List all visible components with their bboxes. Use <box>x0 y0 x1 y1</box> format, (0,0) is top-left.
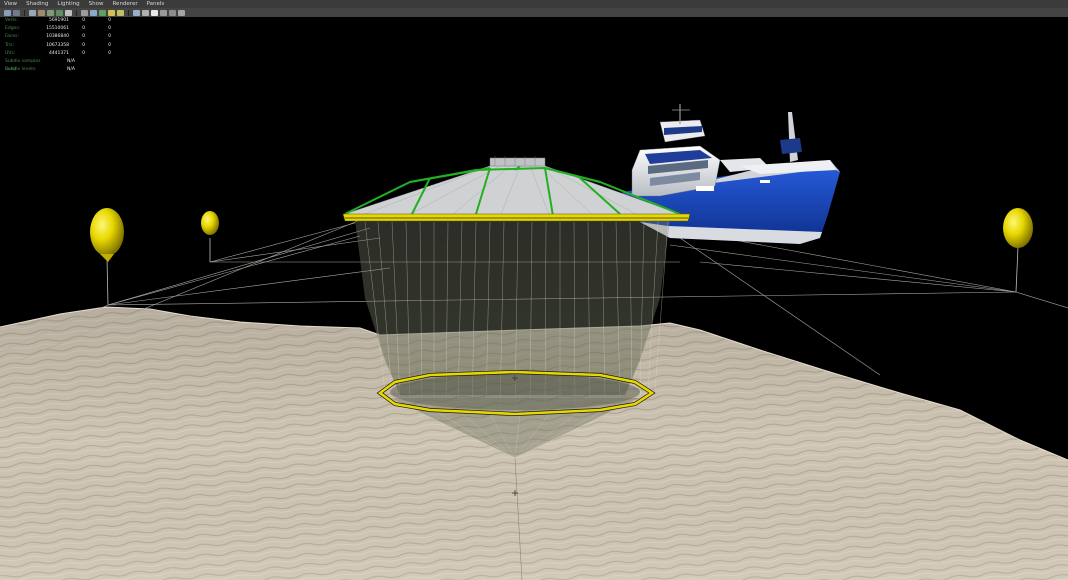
hud-value: 0 <box>108 18 111 23</box>
buoy-left <box>90 208 124 306</box>
hud-value: 0 <box>82 34 85 40</box>
isolate-icon[interactable] <box>142 9 149 16</box>
hud-value: 0 <box>108 26 111 32</box>
hud-value: 0 <box>108 50 111 56</box>
safe-action-icon[interactable] <box>65 9 72 16</box>
toolbar-separator <box>76 9 77 16</box>
frame-icon[interactable] <box>13 9 20 16</box>
gamma-icon[interactable] <box>169 9 176 16</box>
hud-value: 0 <box>108 34 111 40</box>
hud-row: Faces: 10386840 0 0 <box>5 33 111 41</box>
grid-icon[interactable] <box>29 9 36 16</box>
exposure-icon[interactable] <box>160 9 167 16</box>
hud-row: Edges: 15510061 0 0 <box>5 25 111 33</box>
hud-label: Verts: <box>5 18 18 23</box>
menu-renderer[interactable]: Renderer <box>112 0 137 8</box>
menu-show[interactable]: Show <box>89 0 104 8</box>
textured-icon[interactable] <box>99 9 106 16</box>
hud-label: UVs: <box>5 50 16 56</box>
hud-row: Subdiv samples (lvls): N/A <box>5 58 111 73</box>
hud-label: Tris: <box>5 42 15 48</box>
hud-icon[interactable] <box>151 9 158 16</box>
hud-row: UVs: 4441371 0 0 <box>5 50 111 58</box>
buoy-right <box>1003 208 1033 293</box>
hud-label: Edges: <box>5 26 21 32</box>
menu-lighting[interactable]: Lighting <box>57 0 79 8</box>
hud-value: 5691901 <box>48 18 69 23</box>
heads-up-display: Verts: 5691901 0 0 Edges: 15510061 0 0 Faces: 103… <box>5 17 111 74</box>
menu-panels[interactable]: Panels <box>147 0 165 8</box>
hud-value: 0 <box>82 50 85 56</box>
hud-value: 0 <box>82 26 85 32</box>
shadows-icon[interactable] <box>117 9 124 16</box>
film-gate-icon[interactable] <box>38 9 45 16</box>
menu-view[interactable]: View <box>4 0 17 8</box>
lights-icon[interactable] <box>108 9 115 16</box>
hud-value: N/A <box>67 67 75 73</box>
hud-row: Subdiv levels: N/A <box>5 66 111 74</box>
hud-value: 10386840 <box>46 34 69 40</box>
camera-icon[interactable] <box>4 9 11 16</box>
toolbar-separator <box>24 9 25 16</box>
hud-value: 4441371 <box>48 50 69 56</box>
viewport-3d[interactable] <box>0 17 1068 580</box>
hud-value: 10673358 <box>46 42 69 48</box>
hud-value: N/A <box>67 58 75 64</box>
hud-label: Subdiv levels: <box>5 67 37 73</box>
buoy-middle <box>201 211 219 262</box>
hud-row: Tris: 10673358 0 0 <box>5 42 111 50</box>
wireframe-icon[interactable] <box>81 9 88 16</box>
hud-value: 15510061 <box>46 26 69 32</box>
hud-value: 0 <box>82 42 85 48</box>
hud-label: Faces: <box>5 34 20 40</box>
viewport-toolbar <box>0 8 1068 17</box>
hud-value: 0 <box>108 42 111 48</box>
menu-shading[interactable]: Shading <box>26 0 48 8</box>
hud-value: 0 <box>82 18 85 23</box>
hud-label: Subdiv samples (lvls): <box>5 58 41 73</box>
xray-icon[interactable] <box>133 9 140 16</box>
hud-row: Verts: 5691901 0 0 <box>5 17 111 25</box>
gate-mask-icon[interactable] <box>56 9 63 16</box>
color-mgmt-icon[interactable] <box>178 9 185 16</box>
smooth-shade-icon[interactable] <box>90 9 97 16</box>
toolbar-separator <box>128 9 129 16</box>
resolution-gate-icon[interactable] <box>47 9 54 16</box>
menu-bar: View Shading Lighting Show Renderer Panels <box>0 0 1068 8</box>
